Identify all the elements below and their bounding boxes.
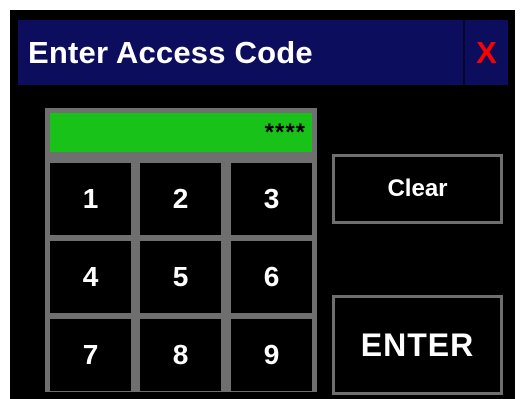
key-5[interactable]: 5 [140, 241, 221, 313]
key-2[interactable]: 2 [140, 163, 221, 235]
enter-button[interactable]: ENTER [332, 295, 503, 395]
key-7[interactable]: 7 [50, 319, 131, 391]
access-code-dialog: Enter Access Code X **** 1 2 3 4 5 6 7 8… [10, 10, 515, 399]
key-1[interactable]: 1 [50, 163, 131, 235]
key-3[interactable]: 3 [231, 163, 312, 235]
key-4[interactable]: 4 [50, 241, 131, 313]
keypad: **** 1 2 3 4 5 6 7 8 9 [45, 108, 317, 392]
title-bar: Enter Access Code X [18, 20, 508, 85]
dialog-title: Enter Access Code [28, 35, 313, 70]
clear-button[interactable]: Clear [332, 154, 503, 224]
close-button[interactable]: X [465, 20, 508, 85]
key-9[interactable]: 9 [231, 319, 312, 391]
code-display: **** [50, 113, 312, 152]
key-8[interactable]: 8 [140, 319, 221, 391]
key-6[interactable]: 6 [231, 241, 312, 313]
